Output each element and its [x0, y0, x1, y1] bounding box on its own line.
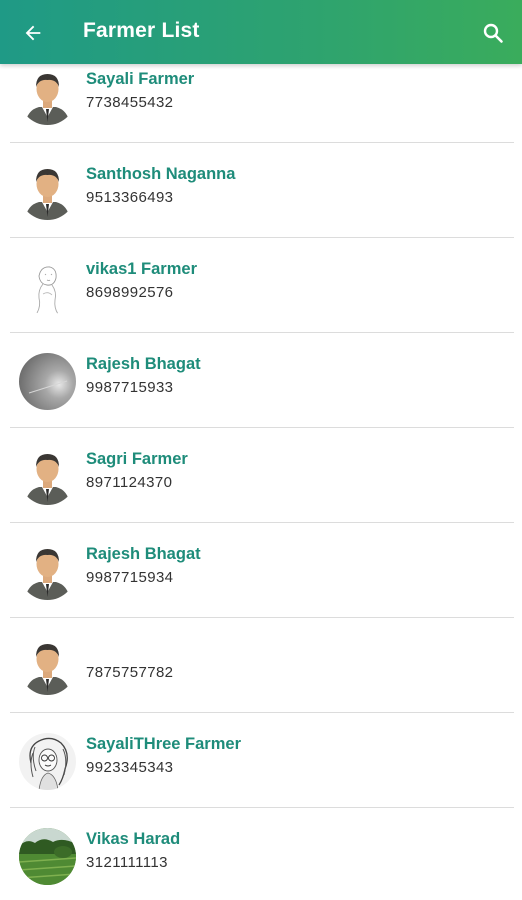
avatar	[19, 353, 76, 410]
default-person-avatar-icon	[19, 638, 76, 695]
search-icon	[483, 23, 503, 43]
farmer-phone: 7738455432	[86, 94, 174, 111]
farmer-list-item[interactable]: 7875757782	[0, 618, 522, 713]
avatar	[19, 258, 76, 315]
farmer-list-item[interactable]: Vikas Harad 3121111113	[0, 808, 522, 900]
avatar	[19, 733, 76, 790]
arrow-left-icon	[25, 25, 41, 41]
farmer-list: Sayali Farmer 7738455432 Santhosh Nagann…	[0, 48, 522, 900]
farmer-name: vikas1 Farmer	[86, 260, 197, 278]
farmer-phone: 8971124370	[86, 474, 173, 491]
landscape-photo-avatar-icon	[19, 828, 76, 885]
avatar	[19, 448, 76, 505]
default-person-avatar-icon	[19, 448, 76, 505]
avatar	[19, 543, 76, 600]
farmer-phone: 9987715933	[86, 379, 174, 396]
default-person-avatar-icon	[19, 163, 76, 220]
farmer-name: Sayali Farmer	[86, 70, 195, 88]
avatar	[19, 68, 76, 125]
app-bar: Farmer List	[0, 0, 522, 64]
sketch-avatar-icon	[19, 258, 76, 315]
farmer-list-item[interactable]: SayaliTHree Farmer 9923345343	[0, 713, 522, 808]
avatar	[19, 163, 76, 220]
farmer-phone: 3121111113	[86, 854, 168, 871]
farmer-phone: 9513366493	[86, 189, 174, 206]
drawing-avatar-icon	[19, 733, 76, 790]
farmer-list-item[interactable]: Rajesh Bhagat 9987715934	[0, 523, 522, 618]
farmer-name: Rajesh Bhagat	[86, 545, 201, 563]
farmer-name: Vikas Harad	[86, 830, 181, 848]
farmer-phone: 9987715934	[86, 569, 174, 586]
farmer-phone: 7875757782	[86, 664, 174, 681]
farmer-name: Santhosh Naganna	[86, 165, 236, 183]
avatar	[19, 638, 76, 695]
farmer-phone: 8698992576	[86, 284, 174, 301]
back-button[interactable]	[18, 18, 48, 48]
farmer-phone: 9923345343	[86, 759, 174, 776]
farmer-name: SayaliTHree Farmer	[86, 735, 242, 753]
page-title: Farmer List	[83, 19, 200, 42]
gray-photo-avatar-icon	[19, 353, 76, 410]
search-button[interactable]	[478, 18, 508, 48]
farmer-list-item[interactable]: Rajesh Bhagat 9987715933	[0, 333, 522, 428]
farmer-list-item[interactable]: Santhosh Naganna 9513366493	[0, 143, 522, 238]
farmer-list-item[interactable]: Sagri Farmer 8971124370	[0, 428, 522, 523]
default-person-avatar-icon	[19, 68, 76, 125]
farmer-list-item[interactable]: vikas1 Farmer 8698992576	[0, 238, 522, 333]
farmer-name: Rajesh Bhagat	[86, 355, 201, 373]
default-person-avatar-icon	[19, 543, 76, 600]
farmer-name: Sagri Farmer	[86, 450, 188, 468]
avatar	[19, 828, 76, 885]
